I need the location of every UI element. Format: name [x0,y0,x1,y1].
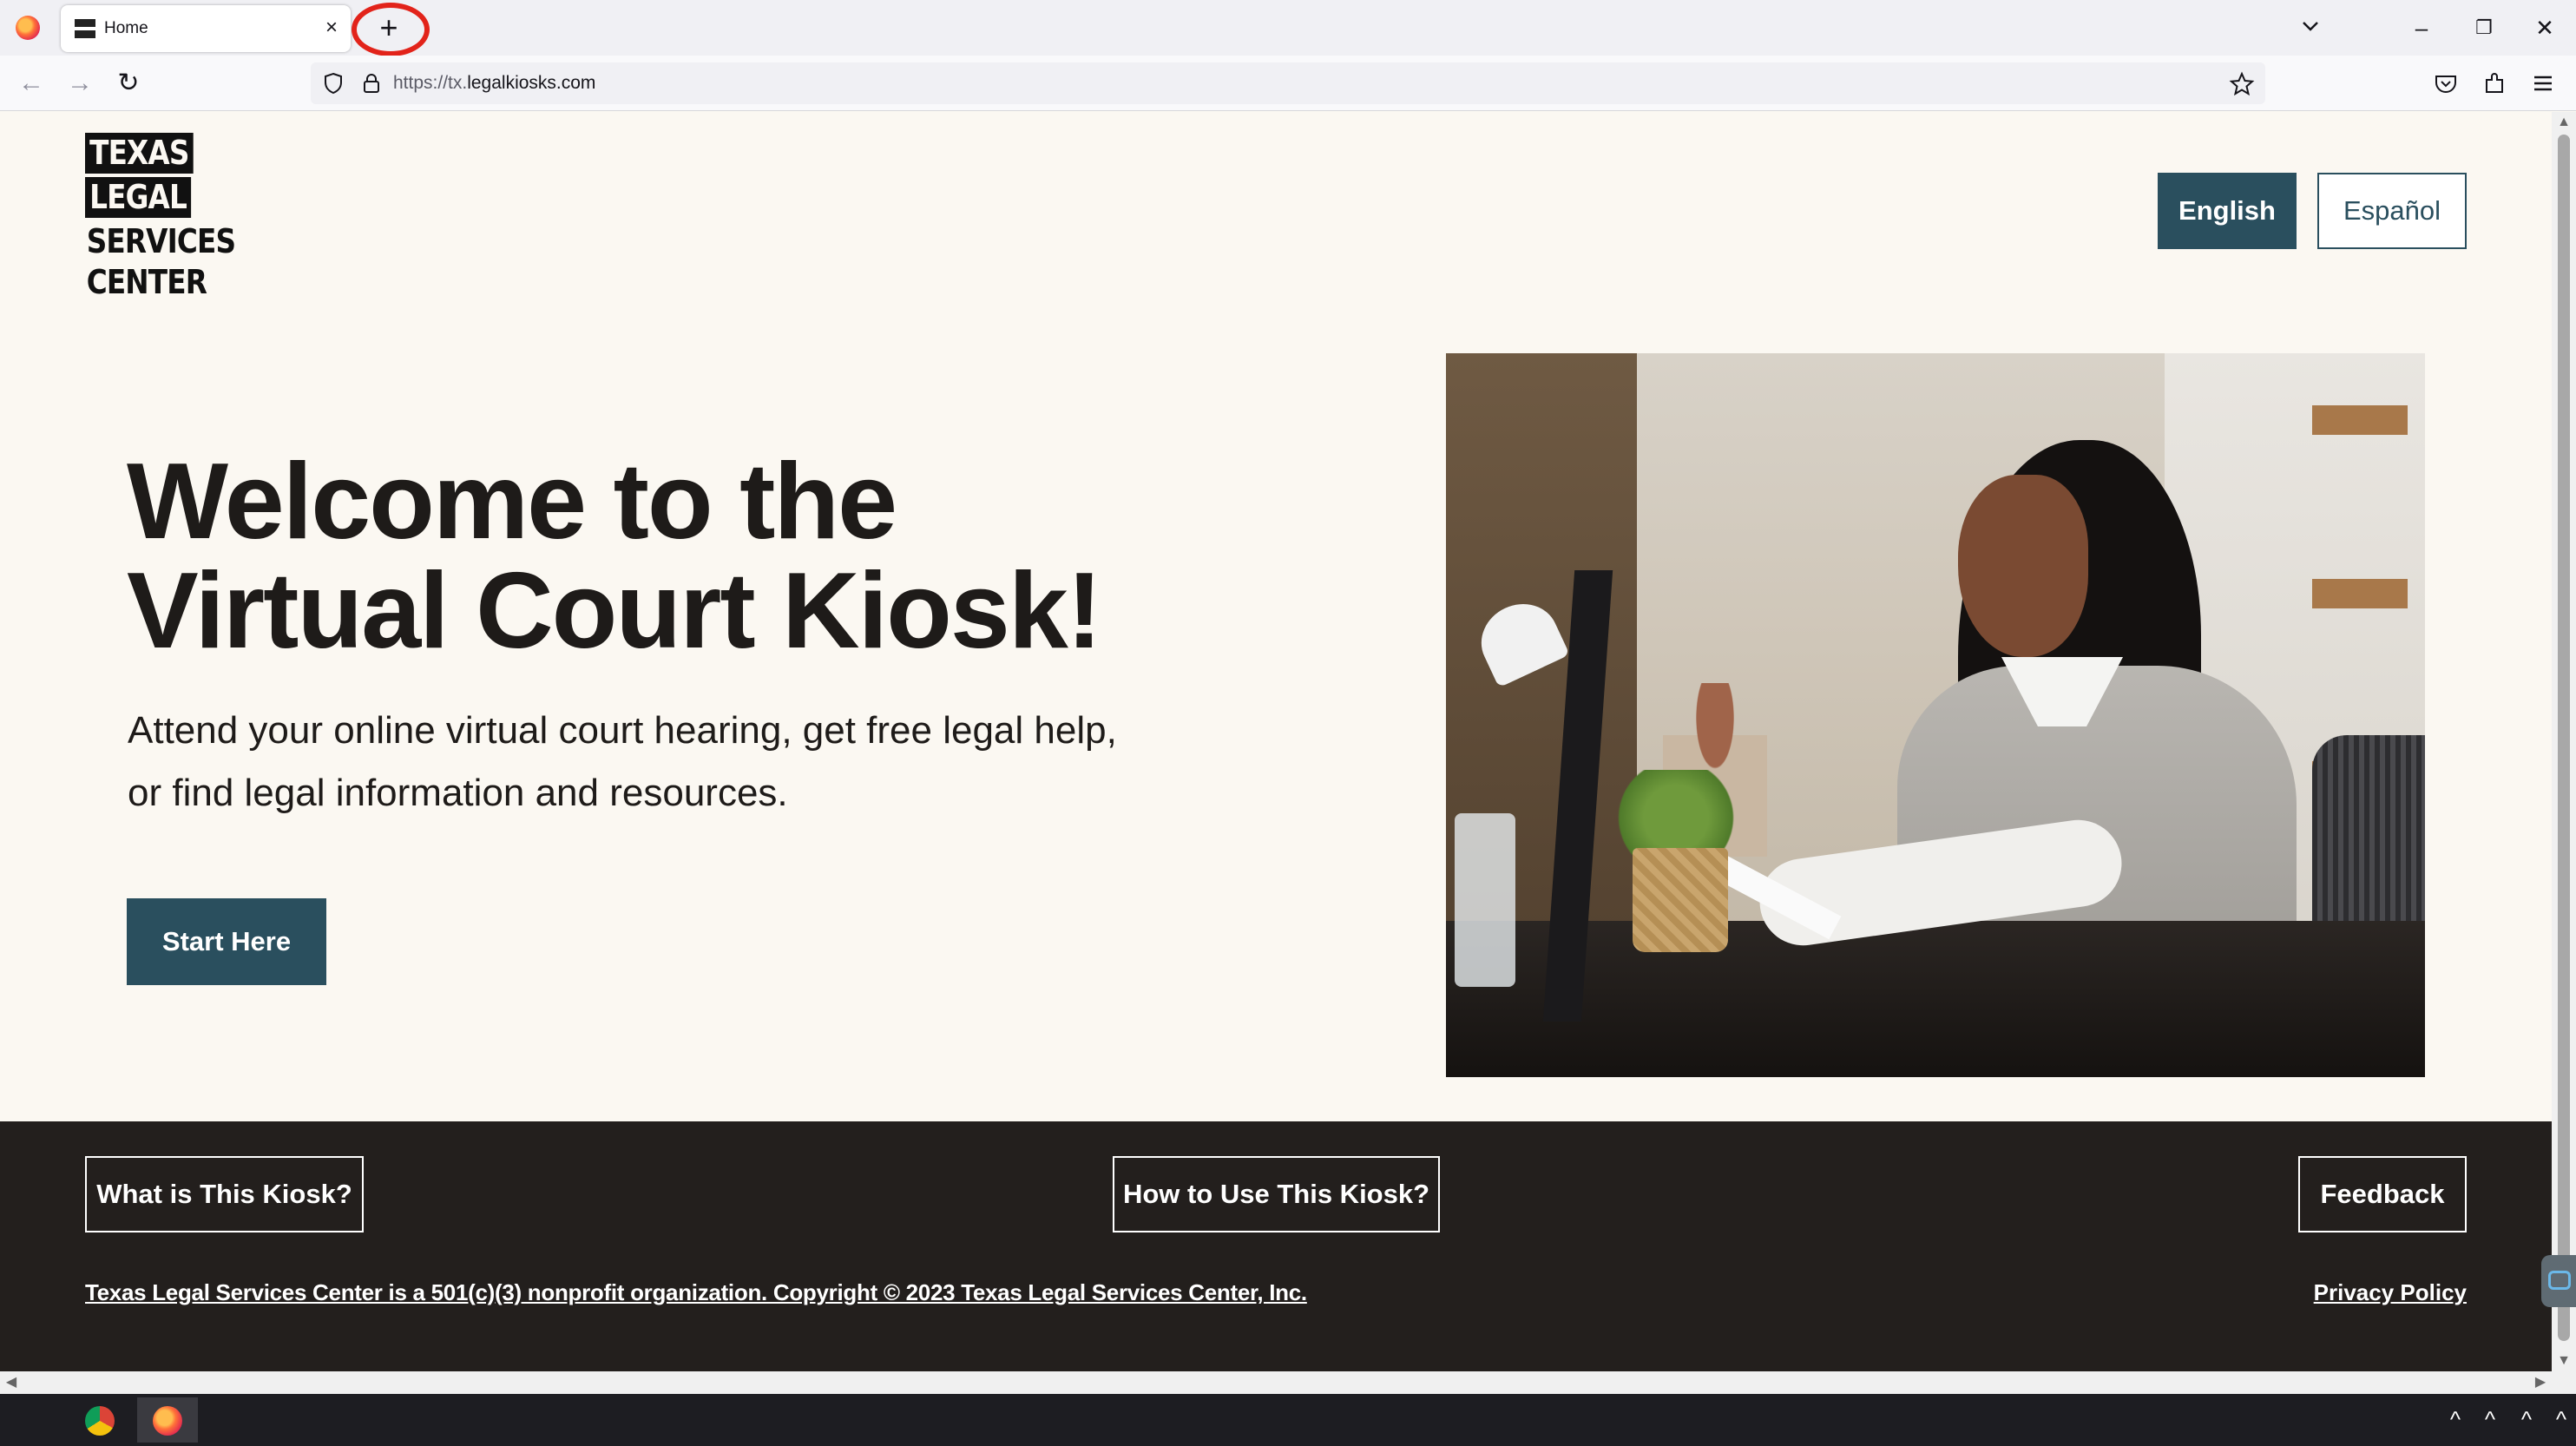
vertical-scrollbar[interactable]: ▲ ▼ [2552,112,2576,1371]
how-to-use-button[interactable]: How to Use This Kiosk? [1113,1156,1440,1232]
copyright-link[interactable]: Texas Legal Services Center is a 501(c)(… [85,1279,1307,1306]
firefox-icon [153,1406,182,1436]
firefox-icon[interactable] [16,16,40,40]
scroll-down-arrow-icon[interactable]: ▼ [2552,1351,2576,1371]
taskbar-firefox-app[interactable] [137,1397,198,1443]
tab-close-icon[interactable]: × [319,16,344,40]
close-window-button[interactable]: ✕ [2520,9,2569,47]
chevron-down-icon[interactable] [2297,12,2324,40]
url-bar[interactable]: https://tx.legalkiosks.com [311,62,2265,104]
side-widget-icon[interactable] [2541,1255,2576,1307]
tab-title: Home [104,19,148,37]
extensions-icon[interactable] [2481,69,2508,97]
taskbar-chrome-app[interactable] [69,1397,130,1443]
tray-chevron-icon[interactable]: ^ [2548,1406,2574,1432]
forward-icon[interactable]: → [64,68,95,99]
os-taskbar: ^ ^ ^ ^ [0,1394,2576,1446]
bookmark-star-icon[interactable] [2229,71,2255,97]
lock-icon[interactable] [359,71,384,95]
vertical-scroll-thumb[interactable] [2558,135,2570,1341]
scroll-right-arrow-icon[interactable]: ▶ [2529,1371,2552,1394]
site-footer: What is This Kiosk? How to Use This Kios… [0,1121,2552,1371]
back-icon[interactable]: ← [16,68,47,99]
browser-nav-bar: ← → ↻ https://tx.legalkiosks.com [0,56,2576,111]
spanish-button[interactable]: Español [2317,173,2467,249]
pocket-icon[interactable] [2432,69,2460,97]
new-tab-highlight-circle [352,3,430,56]
what-is-kiosk-button[interactable]: What is This Kiosk? [85,1156,364,1232]
start-here-button[interactable]: Start Here [127,898,326,985]
hero-photo-woman-at-computer [1446,353,2425,1077]
tray-chevron-icon[interactable]: ^ [2514,1406,2540,1432]
tray-chevron-icon[interactable]: ^ [2477,1406,2503,1432]
scroll-left-arrow-icon[interactable]: ◀ [0,1371,23,1394]
privacy-policy-link[interactable]: Privacy Policy [2314,1279,2467,1306]
hamburger-menu-icon[interactable] [2529,69,2557,97]
tab-home[interactable]: Home × [61,5,351,52]
english-button[interactable]: English [2158,173,2297,249]
site-favicon-icon [75,19,95,38]
scroll-up-arrow-icon[interactable]: ▲ [2552,112,2576,133]
tlsc-logo[interactable]: TEXAS LEGAL SERVICES CENTER [85,133,237,303]
hero-subtitle: Attend your online virtual court hearing… [128,709,1117,814]
feedback-button[interactable]: Feedback [2298,1156,2467,1232]
browser-tab-bar: Home × + – ❐ ✕ [0,0,2576,56]
tray-chevron-icon[interactable]: ^ [2442,1406,2468,1432]
page-content: TEXAS LEGAL SERVICES CENTER English Espa… [0,112,2552,1371]
hero-title: Welcome to the Virtual Court Kiosk! [127,442,1102,671]
restore-button[interactable]: ❐ [2460,9,2508,47]
url-text[interactable]: https://tx.legalkiosks.com [393,73,595,94]
chrome-icon [85,1406,115,1436]
shield-icon[interactable] [321,71,345,95]
reload-icon[interactable]: ↻ [113,68,144,99]
minimize-button[interactable]: – [2397,9,2446,47]
horizontal-scrollbar[interactable]: ◀ ▶ [0,1371,2576,1394]
